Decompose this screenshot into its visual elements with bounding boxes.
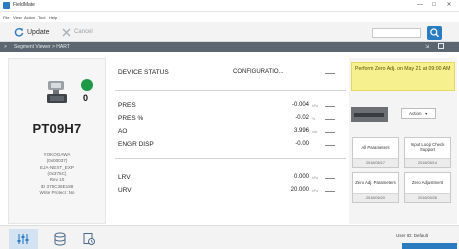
edit-dash-icon[interactable] xyxy=(325,73,335,74)
tile-label: Zero Adjustment xyxy=(411,180,444,185)
param-label: LRV xyxy=(118,174,131,181)
pin-icon[interactable]: ⇲ xyxy=(425,44,429,50)
search-input[interactable] xyxy=(372,28,421,38)
divider xyxy=(115,90,346,91)
update-button[interactable]: Update xyxy=(14,26,50,38)
device-info-line: ID 375C36E188 xyxy=(40,184,74,189)
update-icon xyxy=(14,28,24,37)
action-dropdown-label: Action xyxy=(409,111,422,116)
title-bar: FieldMate — ☐ ✕ xyxy=(0,0,459,12)
menu-tool[interactable]: Tool xyxy=(38,15,45,20)
tile-zero-adjustment[interactable]: Zero Adjustment 2016/05/26 xyxy=(404,172,451,203)
edit-dash-icon[interactable] xyxy=(325,178,335,179)
param-value: 3.996 xyxy=(293,128,309,134)
param-value: -0.02 xyxy=(295,115,309,121)
param-value: 20.000 xyxy=(290,187,309,193)
param-label: DEVICE STATUS xyxy=(118,69,169,76)
edit-dash-icon[interactable] xyxy=(325,119,335,120)
param-unit: kPa xyxy=(312,104,319,108)
param-value: -0.00 xyxy=(295,141,309,147)
edit-dash-icon[interactable] xyxy=(325,106,335,107)
param-label: ENGR DISP xyxy=(118,141,154,148)
expand-arrow-icon[interactable]: > xyxy=(4,44,7,50)
maintenance-alert[interactable]: Perform Zero Adj. on May 21 at 09:00 AM xyxy=(351,62,455,91)
nav-item-segment-viewer[interactable] xyxy=(9,229,38,249)
toolbar: Update Cancel xyxy=(0,22,459,42)
menu-file[interactable]: File xyxy=(3,15,9,20)
chevron-down-icon: ▼ xyxy=(424,111,428,116)
search-button[interactable] xyxy=(427,26,442,40)
divider xyxy=(115,158,346,159)
device-tag: PT09H7 xyxy=(32,121,82,136)
maximize-button[interactable]: ☐ xyxy=(428,1,440,10)
status-indicator xyxy=(81,79,93,91)
tile-date: 2016/06/17 xyxy=(353,158,398,167)
param-unit: % xyxy=(312,117,316,121)
param-value: 0.000 xyxy=(293,174,309,180)
device-info-line: Write Protect :No xyxy=(39,190,75,195)
device-info-line: Rev 10 xyxy=(49,177,65,182)
history-icon[interactable] xyxy=(82,232,96,246)
tile-all-parameters[interactable]: All Parameters 2016/06/17 xyxy=(352,137,399,168)
device-info-line: (0x375C) xyxy=(47,171,67,176)
tile-date: 2016/05/26 xyxy=(405,193,450,202)
cancel-icon xyxy=(62,28,71,36)
param-label: PRES % xyxy=(118,115,144,122)
param-label: URV xyxy=(118,187,132,194)
update-label: Update xyxy=(27,28,50,36)
bottom-nav: User ID: Default xyxy=(0,225,459,249)
edit-dash-icon[interactable] xyxy=(325,191,335,192)
menu-bar: File View Action Tool Help xyxy=(0,12,459,22)
window-title: FieldMate xyxy=(13,2,35,8)
edit-dash-icon[interactable] xyxy=(325,132,335,133)
action-panel: Perform Zero Adj. on May 21 at 09:00 AM … xyxy=(349,58,457,224)
equalizer-icon xyxy=(17,234,29,244)
cancel-button[interactable]: Cancel xyxy=(62,26,93,38)
param-label: PRES xyxy=(118,102,136,109)
tile-date: 2016/05/14 xyxy=(405,158,450,167)
user-id-label: User ID: Default xyxy=(396,233,429,238)
tile-date: 2016/05/20 xyxy=(353,193,398,202)
cancel-label: Cancel xyxy=(74,29,93,35)
tile-zero-adj-parameters[interactable]: Zero Adj. Parameters 2016/05/20 xyxy=(352,172,399,203)
tile-input-loop-check[interactable]: Input Loop Check Support 2016/05/14 xyxy=(404,137,451,168)
action-dropdown[interactable]: Action ▼ xyxy=(401,108,436,119)
param-unit: mA xyxy=(312,130,318,134)
tile-label: All Parameters xyxy=(361,145,390,150)
minimize-button[interactable]: — xyxy=(414,1,426,10)
param-unit: kPa xyxy=(312,189,319,193)
taskbar-strip xyxy=(402,243,457,249)
param-value: -0.004 xyxy=(291,102,309,108)
menu-view[interactable]: View xyxy=(13,15,22,20)
window-icon[interactable] xyxy=(438,43,444,49)
param-unit: kPa xyxy=(312,176,319,180)
param-label: AO xyxy=(118,128,128,135)
status-count: 0 xyxy=(83,93,89,103)
device-info-line: EJA-NEXT_EXP xyxy=(40,165,74,170)
close-button[interactable]: ✕ xyxy=(443,1,455,10)
device-info-line: YOKOGAWA xyxy=(43,152,71,157)
param-value: CONFIGURATIO... xyxy=(233,69,284,75)
tile-label: Input Loop Check Support xyxy=(410,142,445,152)
tile-label: Zero Adj. Parameters xyxy=(355,180,396,185)
breadcrumb-text: Segment Viewer > HART xyxy=(14,44,70,50)
parameter-list: DEVICE STATUS CONFIGURATIO... PRES -0.00… xyxy=(115,58,346,224)
device-panel: 0 PT09H7 YOKOGAWA (0x00037) EJA-NEXT_EXP… xyxy=(8,58,106,224)
cylinder-icon[interactable] xyxy=(53,232,67,246)
breadcrumb: > Segment Viewer > HART ⇲ xyxy=(0,42,459,52)
menu-help[interactable]: Help xyxy=(49,15,57,20)
main-content: 0 PT09H7 YOKOGAWA (0x00037) EJA-NEXT_EXP… xyxy=(3,52,459,225)
edit-dash-icon[interactable] xyxy=(325,145,335,146)
app-icon xyxy=(3,2,10,9)
search-icon xyxy=(430,28,439,38)
device-icon xyxy=(47,81,67,103)
device-thumbnail xyxy=(351,107,388,122)
device-info-line: (0x00037) xyxy=(46,158,68,163)
menu-action[interactable]: Action xyxy=(24,15,35,20)
